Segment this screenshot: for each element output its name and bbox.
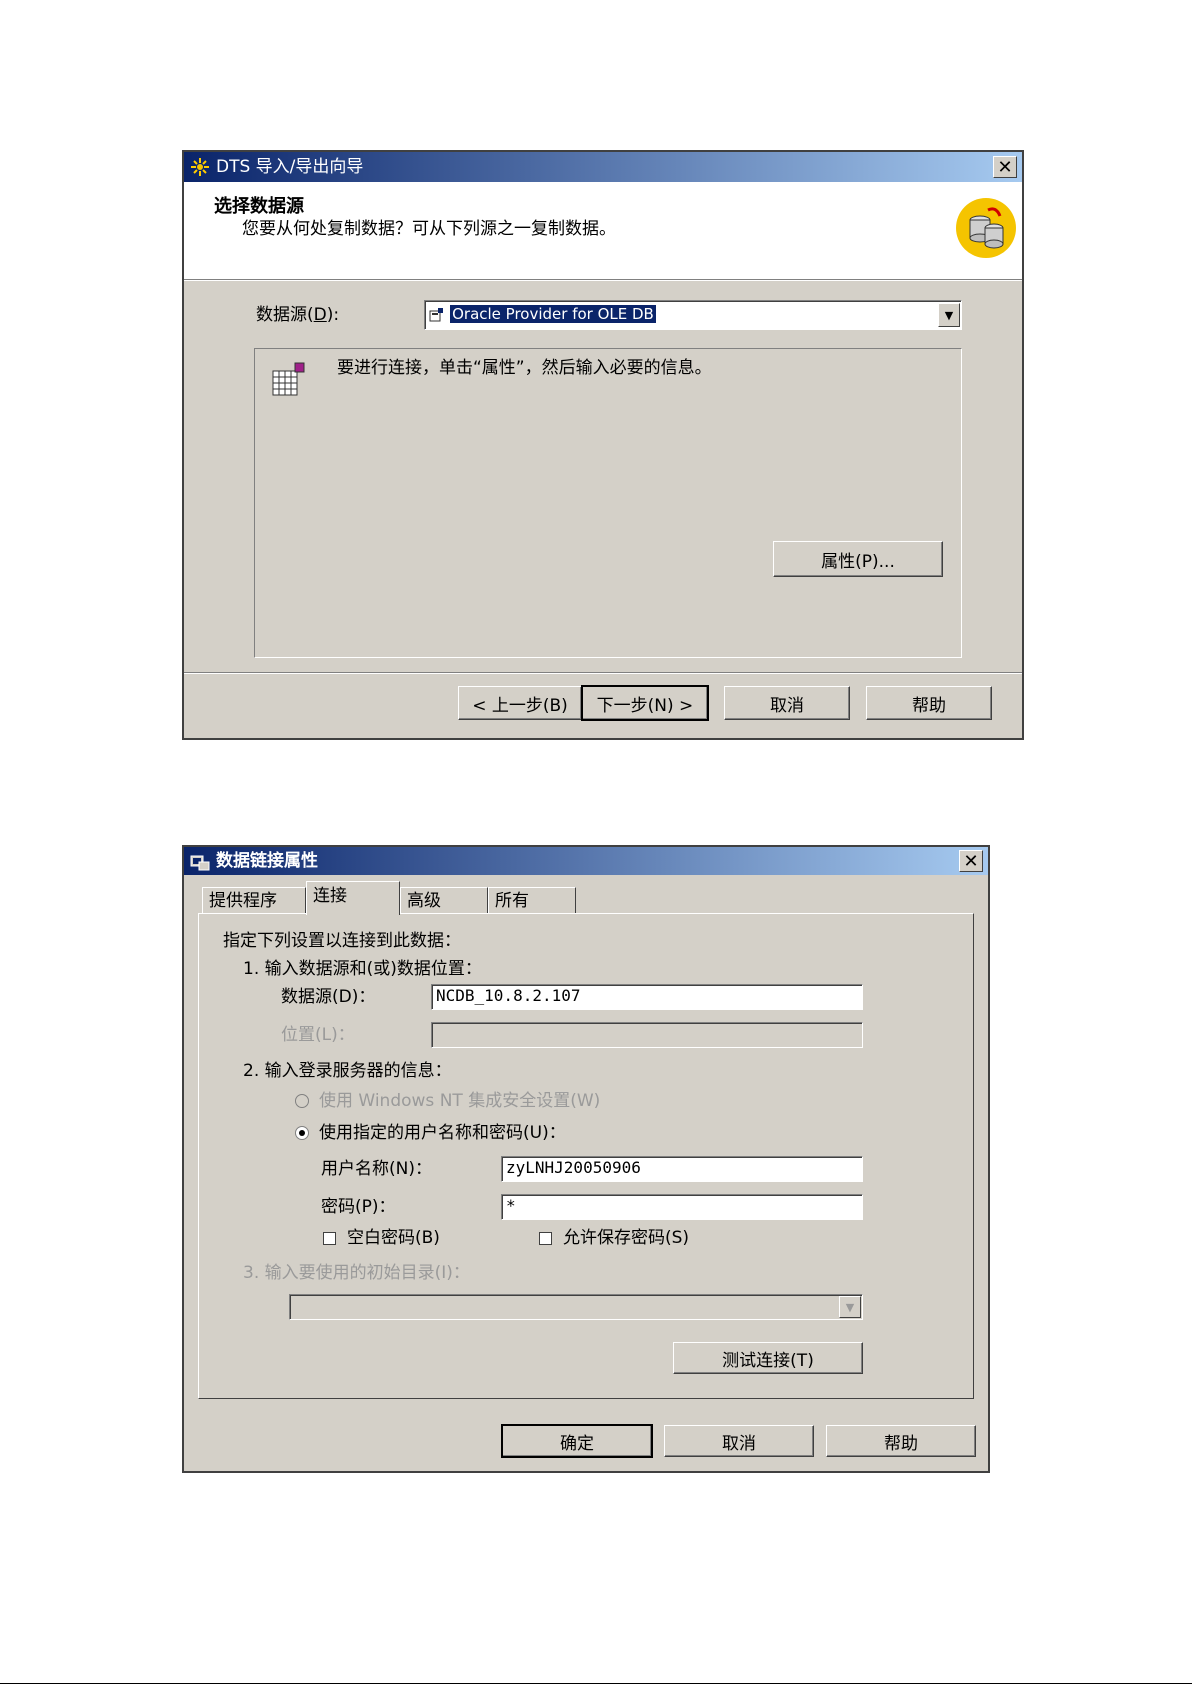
close-icon[interactable]: ✕ bbox=[959, 850, 983, 872]
wizard-header-band: 选择数据源 您要从何处复制数据？可从下列源之一复制数据。 bbox=[184, 182, 1022, 279]
connection-tab-page: 指定下列设置以连接到此数据： 1. 输入数据源和(或)数据位置： 数据源(D)：… bbox=[198, 913, 974, 1399]
chevron-down-icon[interactable]: ▼ bbox=[938, 303, 960, 327]
help-button[interactable]: 帮助 bbox=[826, 1425, 976, 1457]
properties-button[interactable]: 属性(P)... bbox=[773, 541, 943, 577]
grid-table-icon bbox=[272, 362, 305, 396]
step3-label: 3. 输入要使用的初始目录(I)： bbox=[243, 1263, 470, 1283]
dts-wizard-title: DTS 导入/导出向导 bbox=[216, 157, 364, 177]
page-bottom-rule bbox=[0, 1683, 1192, 1684]
username-label: 用户名称(N)： bbox=[321, 1159, 432, 1179]
header-separator bbox=[184, 279, 1022, 281]
connection-info-box: 要进行连接，单击“属性”，然后输入必要的信息。 属性(P)... bbox=[254, 348, 962, 658]
location-input[interactable] bbox=[431, 1022, 863, 1048]
password-input[interactable]: * bbox=[501, 1194, 863, 1220]
datasource-label: 数据源(D): bbox=[256, 305, 340, 325]
radio-user-password[interactable] bbox=[295, 1126, 309, 1140]
step1-label: 1. 输入数据源和(或)数据位置： bbox=[243, 959, 482, 979]
back-button[interactable]: < 上一步(B) bbox=[458, 686, 582, 720]
database-copy-icon bbox=[956, 198, 1016, 258]
help-button[interactable]: 帮助 bbox=[866, 686, 992, 720]
datasource-dropdown[interactable]: Oracle Provider for OLE DB bbox=[424, 300, 962, 330]
cancel-button[interactable]: 取消 bbox=[664, 1425, 814, 1457]
location-label: 位置(L)： bbox=[281, 1025, 355, 1045]
datasource-field-label: 数据源(D)： bbox=[281, 987, 376, 1007]
wizard-subheading: 您要从何处复制数据？可从下列源之一复制数据。 bbox=[242, 219, 616, 239]
data-link-titlebar[interactable]: 数据链接属性 ✕ bbox=[184, 847, 988, 875]
dts-wizard-icon bbox=[191, 158, 209, 176]
ok-button[interactable]: 确定 bbox=[501, 1424, 653, 1458]
provider-icon bbox=[429, 307, 443, 321]
cancel-button[interactable]: 取消 bbox=[724, 686, 850, 720]
blank-password-label: 空白密码(B) bbox=[347, 1228, 440, 1248]
initial-catalog-dropdown[interactable] bbox=[289, 1294, 863, 1320]
footer-separator bbox=[184, 672, 1022, 674]
data-link-icon bbox=[190, 855, 210, 871]
tab-provider[interactable]: 提供程序 bbox=[202, 887, 306, 913]
tab-connection[interactable]: 连接 bbox=[306, 881, 400, 915]
test-connection-button[interactable]: 测试连接(T) bbox=[673, 1342, 863, 1374]
datasource-input[interactable]: NCDB_10.8.2.107 bbox=[431, 984, 863, 1010]
datasource-selected-value: Oracle Provider for OLE DB bbox=[450, 305, 656, 323]
password-label: 密码(P)： bbox=[321, 1197, 396, 1217]
radio-nt-security[interactable] bbox=[295, 1094, 309, 1108]
dts-wizard-titlebar[interactable]: DTS 导入/导出向导 ✕ bbox=[184, 152, 1022, 182]
tab-advanced[interactable]: 高级 bbox=[400, 887, 488, 913]
dts-wizard-dialog: DTS 导入/导出向导 ✕ 选择数据源 您要从何处复制数据？可从下列源之一复制数… bbox=[182, 150, 1024, 740]
connection-intro: 指定下列设置以连接到此数据： bbox=[223, 931, 461, 951]
close-icon[interactable]: ✕ bbox=[993, 156, 1017, 178]
data-link-properties-dialog: 数据链接属性 ✕ 提供程序 连接 高级 所有 指定下列设置以连接到此数据： 1.… bbox=[182, 845, 990, 1473]
chevron-down-icon[interactable]: ▼ bbox=[839, 1296, 861, 1318]
next-button[interactable]: 下一步(N) > bbox=[581, 685, 709, 721]
allow-save-password-label: 允许保存密码(S) bbox=[563, 1228, 690, 1248]
username-input[interactable]: zyLNHJ20050906 bbox=[501, 1156, 863, 1182]
wizard-heading: 选择数据源 bbox=[214, 196, 304, 217]
tab-all[interactable]: 所有 bbox=[488, 887, 576, 913]
radio-user-password-label: 使用指定的用户名称和密码(U)： bbox=[319, 1123, 566, 1143]
blank-password-checkbox[interactable] bbox=[323, 1232, 336, 1245]
step2-label: 2. 输入登录服务器的信息： bbox=[243, 1061, 452, 1081]
allow-save-password-checkbox[interactable] bbox=[539, 1232, 552, 1245]
data-link-title: 数据链接属性 bbox=[216, 851, 318, 871]
connection-info-text: 要进行连接，单击“属性”，然后输入必要的信息。 bbox=[337, 358, 712, 378]
radio-nt-security-label: 使用 Windows NT 集成安全设置(W) bbox=[319, 1091, 601, 1111]
